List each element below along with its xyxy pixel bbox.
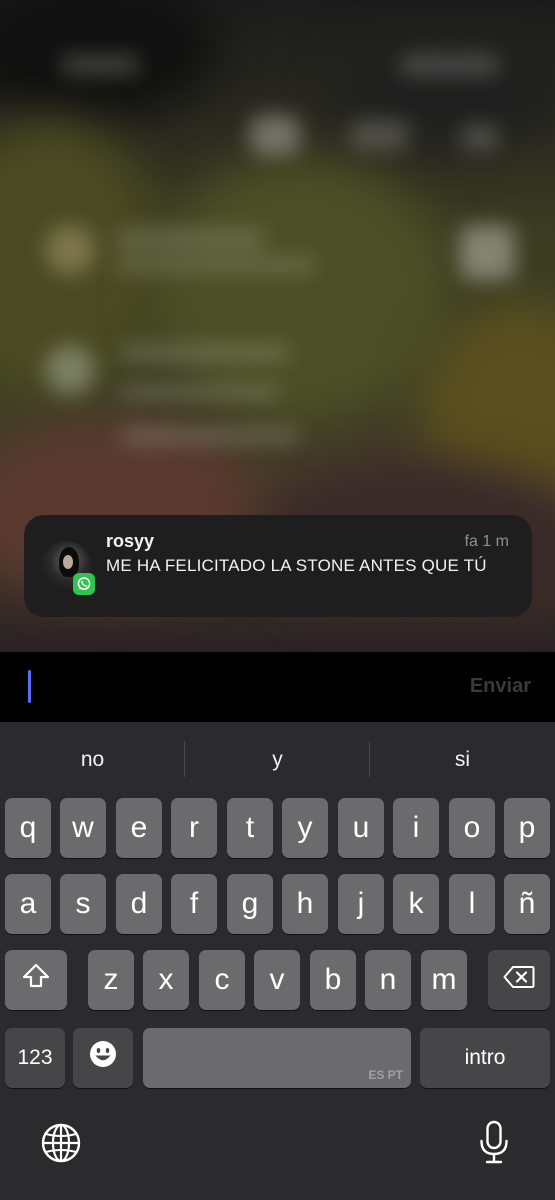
key-q[interactable]: q (5, 798, 51, 858)
key-f[interactable]: f (171, 874, 217, 934)
key-m[interactable]: m (421, 950, 467, 1010)
keyboard: no y si q w e r t y u i o p a s d f g h … (0, 722, 555, 1200)
key-c[interactable]: c (199, 950, 245, 1010)
notification-sender: rosyy (106, 531, 155, 551)
notification-banner[interactable]: rosyy fa 1 m ME HA FELICITADO LA STONE A… (24, 515, 532, 617)
key-w[interactable]: w (60, 798, 106, 858)
text-cursor (28, 670, 31, 703)
key-k[interactable]: k (393, 874, 439, 934)
dictation-button[interactable] (478, 1120, 510, 1166)
delete-key[interactable] (488, 950, 550, 1010)
reply-input-bar[interactable]: Enviar (0, 652, 555, 722)
key-h[interactable]: h (282, 874, 328, 934)
key-v[interactable]: v (254, 950, 300, 1010)
key-x[interactable]: x (143, 950, 189, 1010)
globe-icon (40, 1123, 82, 1168)
notification-time: fa 1 m (464, 533, 509, 550)
key-l[interactable]: l (449, 874, 495, 934)
numbers-key[interactable]: 123 (5, 1028, 65, 1088)
key-y[interactable]: y (282, 798, 328, 858)
notification-message: ME HA FELICITADO LA STONE ANTES QUE TÚ (106, 556, 487, 575)
microphone-icon (478, 1120, 510, 1170)
backspace-icon (503, 963, 535, 997)
key-t[interactable]: t (227, 798, 273, 858)
suggestion-3[interactable]: si (370, 722, 555, 798)
key-d[interactable]: d (116, 874, 162, 934)
space-language-label: ES PT (368, 1068, 403, 1082)
key-i[interactable]: i (393, 798, 439, 858)
key-b[interactable]: b (310, 950, 356, 1010)
emoji-icon (88, 1039, 118, 1077)
key-j[interactable]: j (338, 874, 384, 934)
key-u[interactable]: u (338, 798, 384, 858)
key-a[interactable]: a (5, 874, 51, 934)
globe-button[interactable] (40, 1122, 82, 1164)
key-g[interactable]: g (227, 874, 273, 934)
whatsapp-icon (73, 573, 95, 595)
space-bar[interactable]: ES PT (143, 1028, 411, 1088)
return-key[interactable]: intro (420, 1028, 550, 1088)
key-n-tilde[interactable]: ñ (504, 874, 550, 934)
suggestion-2[interactable]: y (185, 722, 370, 798)
key-n[interactable]: n (365, 950, 411, 1010)
send-button[interactable]: Enviar (470, 675, 531, 698)
key-o[interactable]: o (449, 798, 495, 858)
key-e[interactable]: e (116, 798, 162, 858)
key-p[interactable]: p (504, 798, 550, 858)
shift-key[interactable] (5, 950, 67, 1010)
emoji-key[interactable] (73, 1028, 133, 1088)
key-r[interactable]: r (171, 798, 217, 858)
key-z[interactable]: z (88, 950, 134, 1010)
shift-icon (22, 963, 50, 997)
key-s[interactable]: s (60, 874, 106, 934)
suggestion-1[interactable]: no (0, 722, 185, 798)
